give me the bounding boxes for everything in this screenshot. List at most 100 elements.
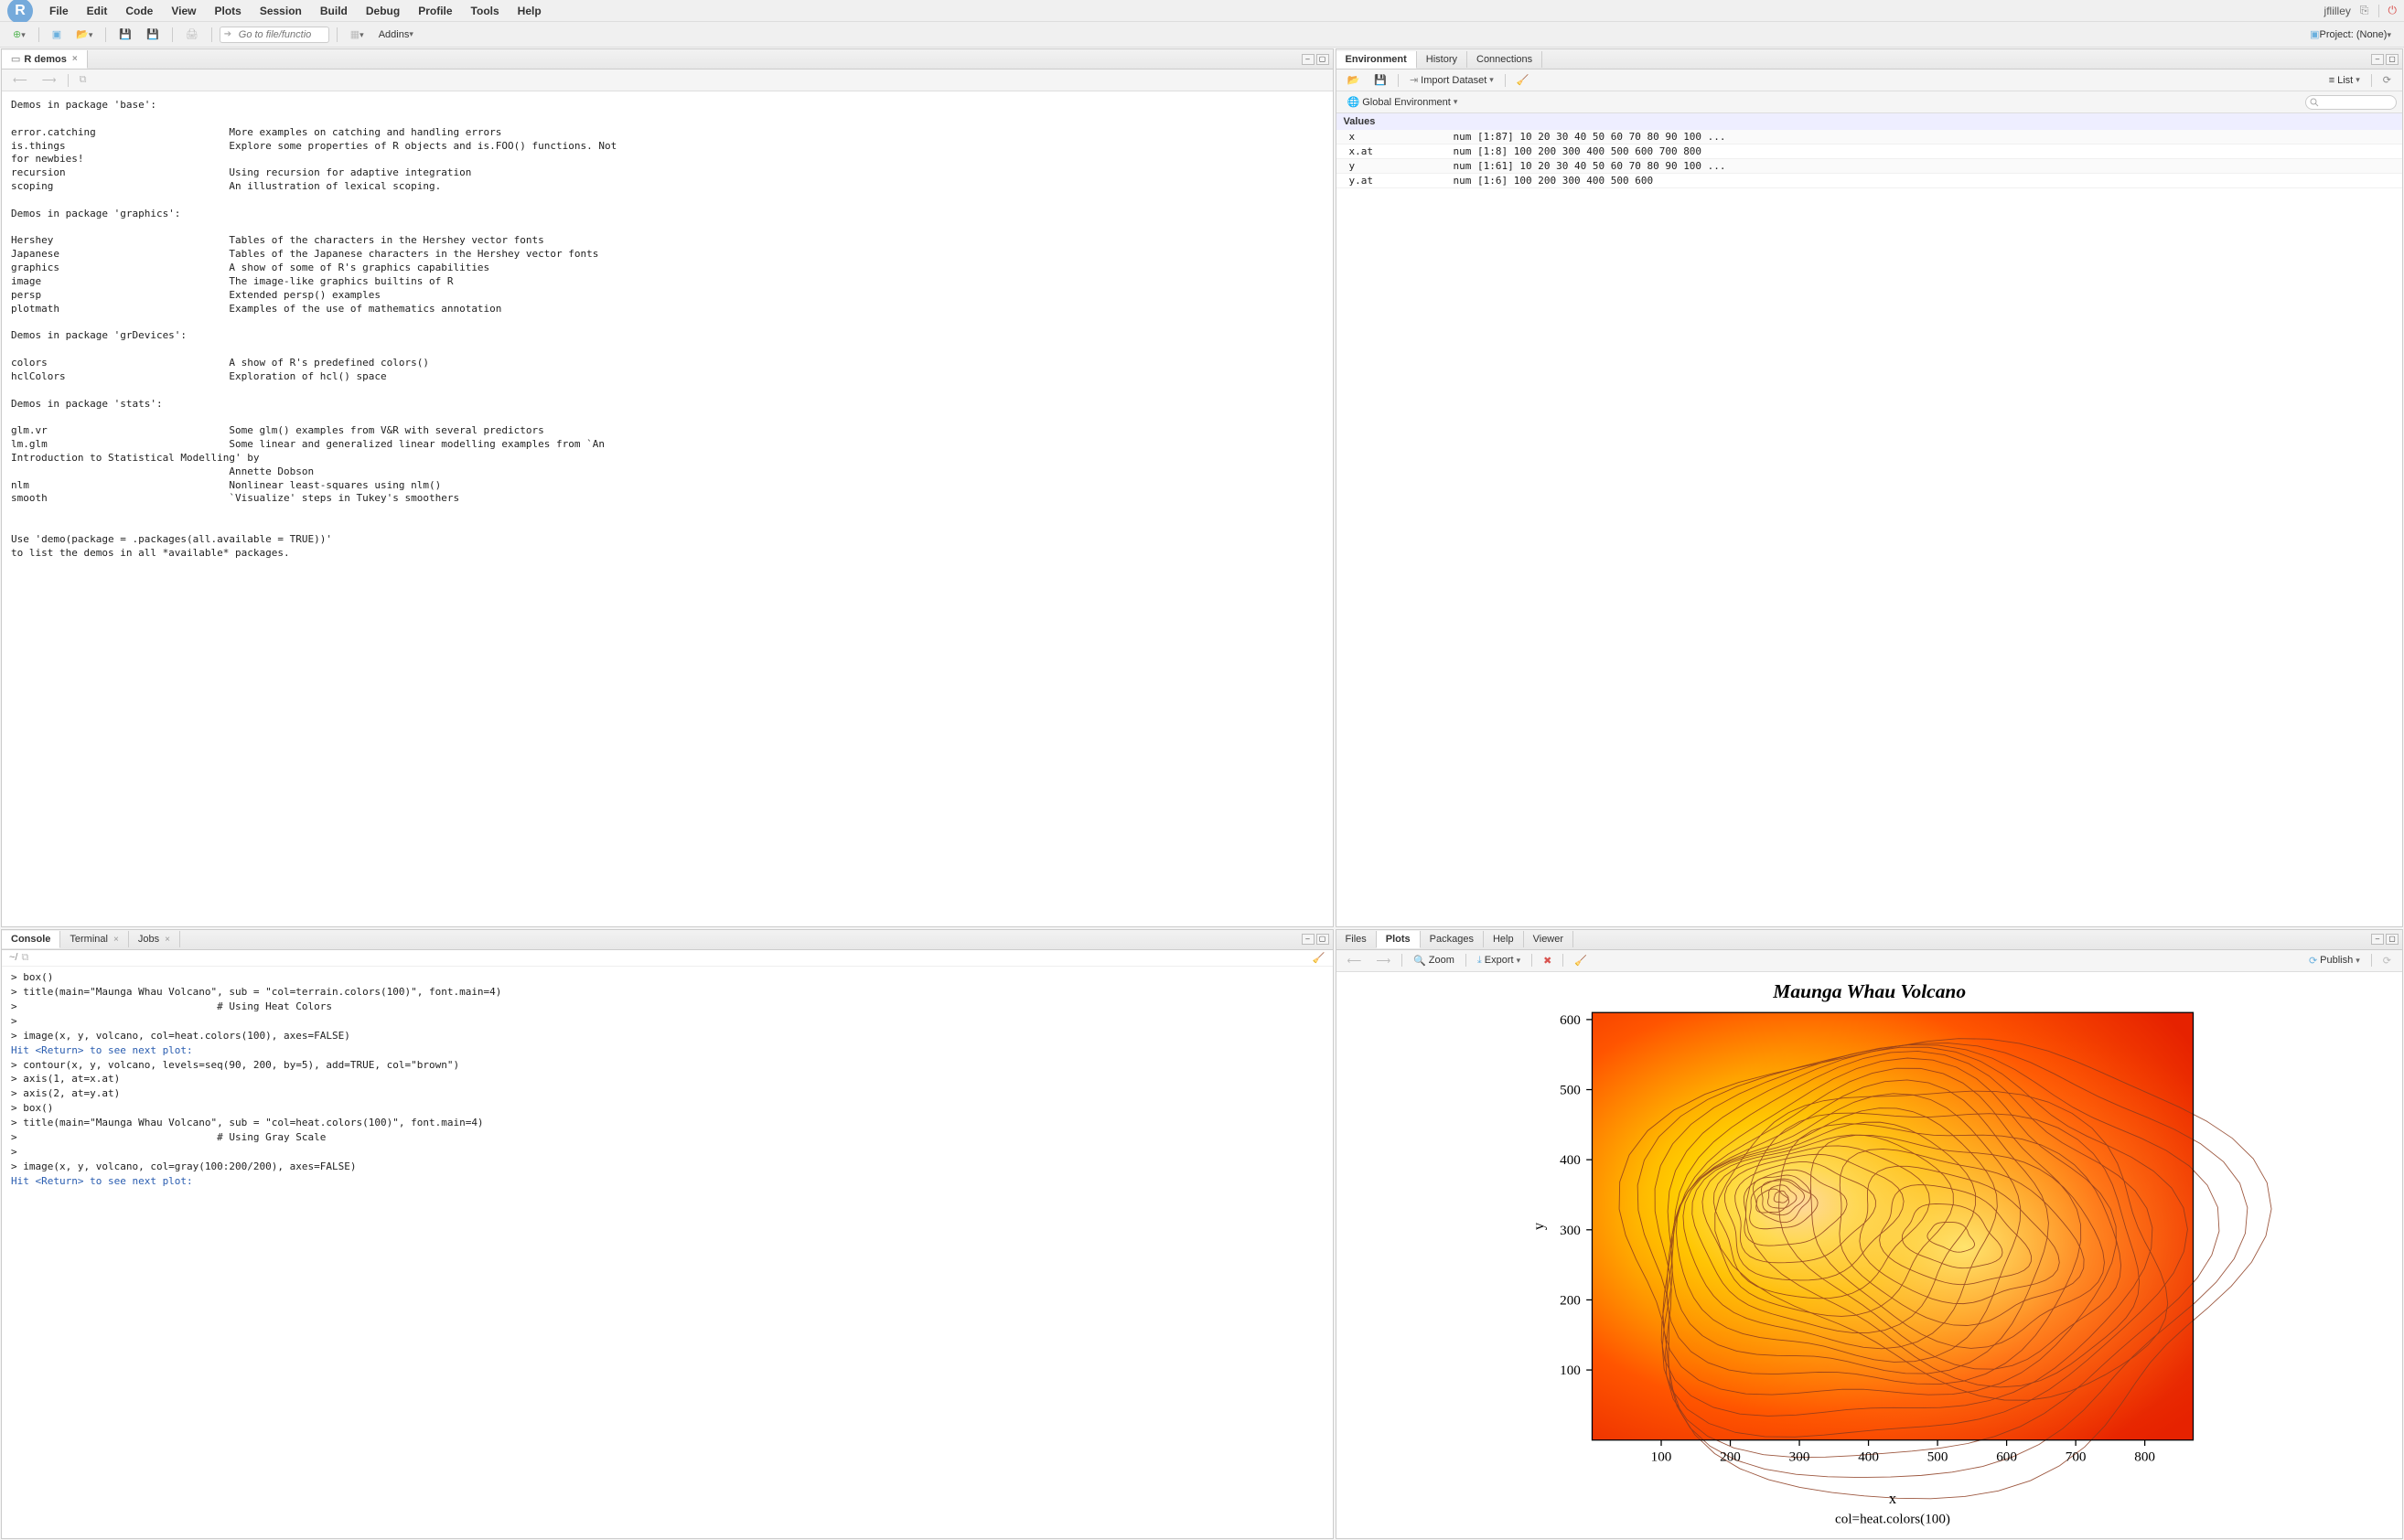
env-scope-button[interactable]: 🌐 Global Environment bbox=[1342, 94, 1464, 110]
env-scope-bar: 🌐 Global Environment bbox=[1336, 91, 2402, 113]
menu-view[interactable]: View bbox=[162, 5, 205, 17]
tab-environment[interactable]: Environment bbox=[1336, 51, 1417, 69]
y-tick-label: 500 bbox=[1560, 1082, 1581, 1097]
env-row[interactable]: xnum [1:87] 10 20 30 40 50 60 70 80 90 1… bbox=[1336, 130, 2402, 144]
menu-build[interactable]: Build bbox=[311, 5, 357, 17]
minimize-pane-button[interactable]: – bbox=[2371, 54, 2384, 65]
env-row[interactable]: y.atnum [1:6] 100 200 300 400 500 600 bbox=[1336, 174, 2402, 188]
import-icon: ⇥ bbox=[1410, 74, 1418, 86]
tab-packages[interactable]: Packages bbox=[1421, 931, 1484, 947]
addins-button[interactable]: Addins bbox=[373, 27, 419, 42]
env-tabbar: EnvironmentHistoryConnections – ▢ bbox=[1336, 49, 2402, 70]
back-button[interactable]: ⟵ bbox=[7, 72, 33, 88]
tab-label: Jobs bbox=[138, 934, 159, 945]
broom-icon: 🧹 bbox=[1517, 74, 1529, 86]
publish-button[interactable]: ⟳ Publish bbox=[2303, 953, 2366, 968]
maximize-pane-button[interactable]: ▢ bbox=[2386, 934, 2399, 945]
goto-file-input[interactable] bbox=[220, 27, 329, 43]
maximize-pane-button[interactable]: ▢ bbox=[1316, 934, 1329, 945]
menu-session[interactable]: Session bbox=[251, 5, 311, 17]
menu-code[interactable]: Code bbox=[116, 5, 162, 17]
close-icon[interactable]: × bbox=[165, 935, 170, 945]
x-tick-label: 200 bbox=[1720, 1449, 1741, 1464]
goto-arrow-icon: ➔ bbox=[224, 29, 231, 39]
menu-help[interactable]: Help bbox=[509, 5, 551, 17]
grid-icon: ▦ bbox=[350, 28, 360, 40]
env-row[interactable]: ynum [1:61] 10 20 30 40 50 60 70 80 90 1… bbox=[1336, 159, 2402, 174]
source-tab-rdemos[interactable]: ▭ R demos × bbox=[2, 50, 88, 69]
show-in-window-button[interactable]: ⧉ bbox=[74, 72, 92, 88]
console-tabbar: Console Terminal × Jobs × – ▢ bbox=[2, 930, 1333, 950]
menu-profile[interactable]: Profile bbox=[409, 5, 461, 17]
list-view-button[interactable]: ≡ List bbox=[2324, 73, 2366, 88]
close-icon[interactable]: × bbox=[113, 935, 119, 945]
env-var-value: num [1:6] 100 200 300 400 500 600 bbox=[1454, 175, 2395, 187]
console-line: > bbox=[11, 1014, 1324, 1029]
popout-icon[interactable]: ⧉ bbox=[21, 952, 28, 964]
menu-tools[interactable]: Tools bbox=[462, 5, 509, 17]
tab-label: Terminal bbox=[70, 934, 108, 945]
new-file-button[interactable]: ⊕ bbox=[7, 27, 31, 42]
new-project-button[interactable]: ▣ bbox=[47, 27, 67, 42]
clear-console-button[interactable]: 🧹 bbox=[1313, 952, 1325, 964]
tab-plots[interactable]: Plots bbox=[1377, 931, 1421, 948]
save-all-button[interactable]: 💾 bbox=[141, 27, 165, 42]
refresh-plot-button[interactable]: ⟳ bbox=[2377, 953, 2397, 968]
popout-icon: ⧉ bbox=[80, 74, 87, 86]
env-toolbar: 📂 💾 ⇥ Import Dataset 🧹 ≡ List ⟳ bbox=[1336, 70, 2402, 91]
power-icon[interactable]: ⏻ bbox=[2385, 4, 2401, 17]
menu-plots[interactable]: Plots bbox=[205, 5, 250, 17]
open-file-button[interactable]: 📂 bbox=[70, 27, 98, 42]
tab-help[interactable]: Help bbox=[1484, 931, 1524, 947]
load-workspace-button[interactable]: 📂 bbox=[1342, 72, 1366, 88]
zoom-button[interactable]: 🔍 Zoom bbox=[1408, 953, 1460, 968]
menu-debug[interactable]: Debug bbox=[357, 5, 409, 17]
minimize-pane-button[interactable]: – bbox=[1302, 54, 1315, 65]
export-icon: ⤓ bbox=[1477, 955, 1482, 967]
signout-icon[interactable]: ⎘ bbox=[2356, 4, 2373, 17]
tab-connections[interactable]: Connections bbox=[1467, 51, 1542, 68]
print-button[interactable]: 🖨 bbox=[180, 27, 204, 42]
tab-terminal[interactable]: Terminal × bbox=[60, 931, 128, 947]
minimize-pane-button[interactable]: – bbox=[1302, 934, 1315, 945]
prev-plot-button[interactable]: ⟵ bbox=[1342, 953, 1368, 968]
source-text[interactable]: Demos in package 'base': error.catching … bbox=[2, 91, 1333, 926]
clear-plots-button[interactable]: 🧹 bbox=[1569, 953, 1593, 968]
console-path: ~/ bbox=[9, 952, 17, 963]
tab-console[interactable]: Console bbox=[2, 931, 60, 948]
cube-icon: ▣ bbox=[52, 28, 61, 40]
save-button[interactable]: 💾 bbox=[113, 27, 137, 42]
save-workspace-button[interactable]: 💾 bbox=[1368, 72, 1392, 88]
export-button[interactable]: ⤓ Export bbox=[1472, 953, 1526, 968]
tab-viewer[interactable]: Viewer bbox=[1524, 931, 1573, 947]
list-icon: ≡ bbox=[2329, 75, 2334, 86]
env-search-input[interactable] bbox=[2305, 95, 2397, 110]
clear-env-button[interactable]: 🧹 bbox=[1511, 72, 1535, 88]
close-icon[interactable]: × bbox=[72, 54, 78, 64]
import-dataset-button[interactable]: ⇥ Import Dataset bbox=[1404, 72, 1499, 88]
minimize-pane-button[interactable]: – bbox=[2371, 934, 2384, 945]
refresh-env-button[interactable]: ⟳ bbox=[2377, 72, 2397, 88]
printer-icon: 🖨 bbox=[186, 28, 199, 40]
tab-history[interactable]: History bbox=[1417, 51, 1467, 68]
folder-open-icon: 📂 bbox=[1347, 74, 1360, 86]
tab-jobs[interactable]: Jobs × bbox=[129, 931, 180, 947]
user-label: jflilley bbox=[2319, 5, 2356, 17]
console-line: > axis(2, at=y.at) bbox=[11, 1086, 1324, 1101]
console-output[interactable]: > box()> title(main="Maunga Whau Volcano… bbox=[2, 967, 1333, 1538]
maximize-pane-button[interactable]: ▢ bbox=[2386, 54, 2399, 65]
maximize-pane-button[interactable]: ▢ bbox=[1316, 54, 1329, 65]
remove-plot-button[interactable]: ✖ bbox=[1538, 953, 1557, 968]
x-tick-label: 500 bbox=[1926, 1449, 1948, 1464]
forward-button[interactable]: ⟶ bbox=[37, 72, 62, 88]
menu-edit[interactable]: Edit bbox=[78, 5, 117, 17]
env-row[interactable]: x.atnum [1:8] 100 200 300 400 500 600 70… bbox=[1336, 144, 2402, 159]
tab-files[interactable]: Files bbox=[1336, 931, 1377, 947]
next-plot-button[interactable]: ⟶ bbox=[1370, 953, 1396, 968]
menu-file[interactable]: File bbox=[40, 5, 78, 17]
console-line: > bbox=[11, 1145, 1324, 1160]
grid-button[interactable]: ▦ bbox=[345, 27, 370, 42]
plot-title: Maunga Whau Volcano bbox=[1772, 980, 1966, 1002]
source-toolbar: ⟵ ⟶ ⧉ bbox=[2, 70, 1333, 91]
project-menu[interactable]: ▣ Project: (None) bbox=[2304, 27, 2397, 42]
